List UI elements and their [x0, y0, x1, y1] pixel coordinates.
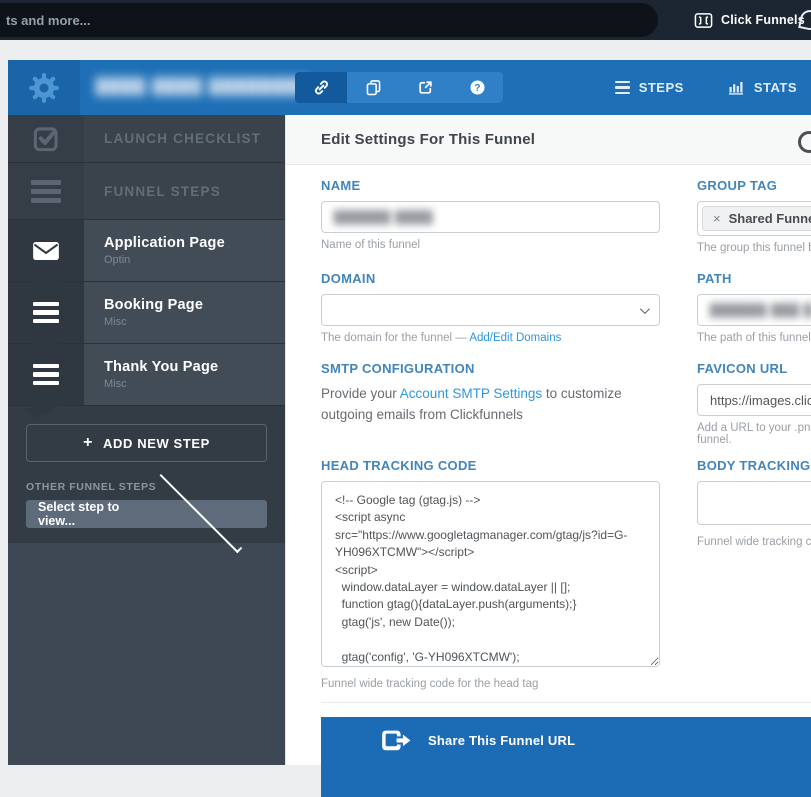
add-edit-domains-link[interactable]: Add/Edit Domains [469, 332, 561, 344]
funnel-action-group: ? [295, 72, 503, 103]
steps-icon [614, 80, 630, 95]
list-icon [8, 344, 84, 405]
body-tracking-code-textarea[interactable] [697, 481, 811, 525]
account-smtp-settings-link[interactable]: Account SMTP Settings [400, 386, 542, 401]
path-value-redacted: ██████ ███ █ [710, 303, 811, 317]
envelope-icon [8, 220, 84, 281]
sidebar-step-thank-you-page[interactable]: Thank You Page Misc [8, 344, 285, 406]
open-funnel-button[interactable] [399, 72, 451, 103]
step-subtitle: Misc [104, 378, 127, 390]
smtp-configuration-label: SMTP CONFIGURATION [321, 361, 475, 376]
body-tracking-code-label: BODY TRACKING CODE [697, 458, 811, 473]
section-divider [321, 702, 811, 703]
name-value-redacted: ██████ ████ [334, 210, 434, 224]
steps-button[interactable]: STEPS [614, 80, 684, 95]
name-label: NAME [321, 178, 361, 193]
smtp-description: Provide your Account SMTP Settings to cu… [321, 384, 660, 426]
group-tag-label: GROUP TAG [697, 178, 778, 193]
link-icon [314, 80, 328, 95]
step-title: Booking Page [104, 297, 204, 313]
sidebar-steps-panel: LAUNCH CHECKLIST FUNNEL STEPS Applicatio… [8, 115, 285, 553]
head-tracking-code-label: HEAD TRACKING CODE [321, 458, 477, 473]
share-icon [382, 730, 411, 751]
group-tag-input[interactable]: × Shared Funnels [697, 201, 811, 236]
settings-title: Edit Settings For This Funnel [321, 131, 536, 148]
funnel-steps-label: FUNNEL STEPS [104, 183, 221, 199]
funnel-settings-panel: Edit Settings For This Funnel NAME █████… [285, 115, 811, 797]
clone-funnel-button[interactable] [347, 72, 399, 103]
favicon-hint-line1: Add a URL to your .png or .ic [697, 422, 811, 434]
head-tracking-hint: Funnel wide tracking code for the head t… [321, 678, 539, 690]
other-steps-select[interactable]: Select step to view... [26, 469, 267, 553]
list-icon [8, 282, 84, 343]
search-placeholder: ts and more... [6, 12, 91, 28]
group-tag-hint: The group this funnel belongs [697, 242, 811, 254]
favicon-url-input[interactable] [697, 384, 811, 416]
help-icon: ? [469, 80, 485, 95]
funnel-settings-button[interactable] [8, 60, 80, 115]
name-input[interactable]: ██████ ████ [321, 201, 660, 233]
remove-tag-icon[interactable]: × [713, 211, 721, 226]
step-title: Thank You Page [104, 359, 219, 375]
sidebar-step-application-page[interactable]: Application Page Optin [8, 220, 285, 282]
funnel-header: ████ ████ ████████ ? STEPS STATS [8, 60, 811, 115]
brand-label: Click Funnels [721, 13, 805, 27]
domain-select[interactable] [321, 294, 660, 326]
sidebar-step-booking-page[interactable]: Booking Page Misc [8, 282, 285, 344]
group-tag-chip: × Shared Funnels [702, 206, 811, 231]
settings-form: NAME ██████ ████ Name of this funnel GRO… [286, 165, 811, 797]
stats-button[interactable]: STATS [728, 80, 797, 95]
add-new-step-button[interactable]: + ADD NEW STEP [26, 424, 267, 462]
clickfunnels-brand[interactable]: Click Funnels [694, 0, 805, 40]
step-subtitle: Optin [104, 254, 131, 266]
global-search-input[interactable]: ts and more... [0, 3, 658, 37]
gear-icon [29, 72, 59, 103]
path-label: PATH [697, 271, 732, 286]
share-funnel-label: Share This Funnel URL [428, 733, 576, 748]
sidebar-item-launch-checklist[interactable]: LAUNCH CHECKLIST [8, 115, 285, 163]
funnel-title-redacted: ████ ████ ████████ [96, 78, 311, 95]
external-link-icon [418, 81, 432, 94]
step-title: Application Page [104, 235, 225, 251]
domain-label: DOMAIN [321, 271, 376, 286]
clickfunnels-logo-icon [694, 12, 713, 28]
smtp-text: Provide your [321, 386, 400, 401]
favicon-url-label: FAVICON URL [697, 361, 788, 376]
step-flow-arrow [24, 408, 52, 418]
launch-checklist-label: LAUNCH CHECKLIST [104, 131, 262, 146]
help-partial-icon[interactable] [798, 131, 811, 153]
funnel-steps-icon [8, 163, 84, 219]
header-right-buttons: STEPS STATS [614, 60, 797, 115]
chevron-down-icon [639, 303, 650, 314]
steps-label: STEPS [638, 80, 684, 95]
other-steps-select-value: Select step to view... [38, 500, 120, 528]
domain-hint: The domain for the funnel — Add/Edit Dom… [321, 332, 660, 344]
sidebar-item-funnel-steps[interactable]: FUNNEL STEPS [8, 163, 285, 220]
favicon-hint: Add a URL to your .png or .ic funnel. [697, 422, 811, 446]
checklist-icon [8, 115, 84, 162]
stats-label: STATS [753, 80, 797, 95]
domain-hint-text: The domain for the funnel — [321, 332, 470, 344]
share-funnel-bar[interactable]: Share This Funnel URL [321, 717, 811, 797]
funnel-sidebar: LAUNCH CHECKLIST FUNNEL STEPS Applicatio… [8, 115, 285, 765]
head-tracking-code-textarea[interactable]: <!-- Google tag (gtag.js) --> <script as… [321, 481, 660, 667]
path-hint: The path of this funnels start [697, 332, 811, 344]
other-funnel-steps-label: OTHER FUNNEL STEPS [26, 481, 157, 493]
add-new-step-label: ADD NEW STEP [103, 435, 210, 451]
path-input[interactable]: ██████ ███ █ pplic [697, 294, 811, 326]
svg-text:?: ? [474, 83, 480, 94]
stats-icon [728, 81, 743, 95]
help-button[interactable]: ? [451, 72, 503, 103]
plus-icon: + [83, 434, 94, 451]
favicon-hint-line2: funnel. [697, 434, 732, 446]
body-tracking-hint: Funnel wide tracking codes for [697, 536, 811, 548]
group-tag-value: Shared Funnels [728, 211, 811, 226]
step-subtitle: Misc [104, 316, 127, 328]
clone-icon [366, 80, 380, 96]
settings-header: Edit Settings For This Funnel [286, 115, 811, 165]
name-hint: Name of this funnel [321, 239, 421, 251]
funnel-link-button[interactable] [295, 72, 347, 103]
top-navigation-bar: ts and more... Click Funnels [0, 0, 811, 40]
